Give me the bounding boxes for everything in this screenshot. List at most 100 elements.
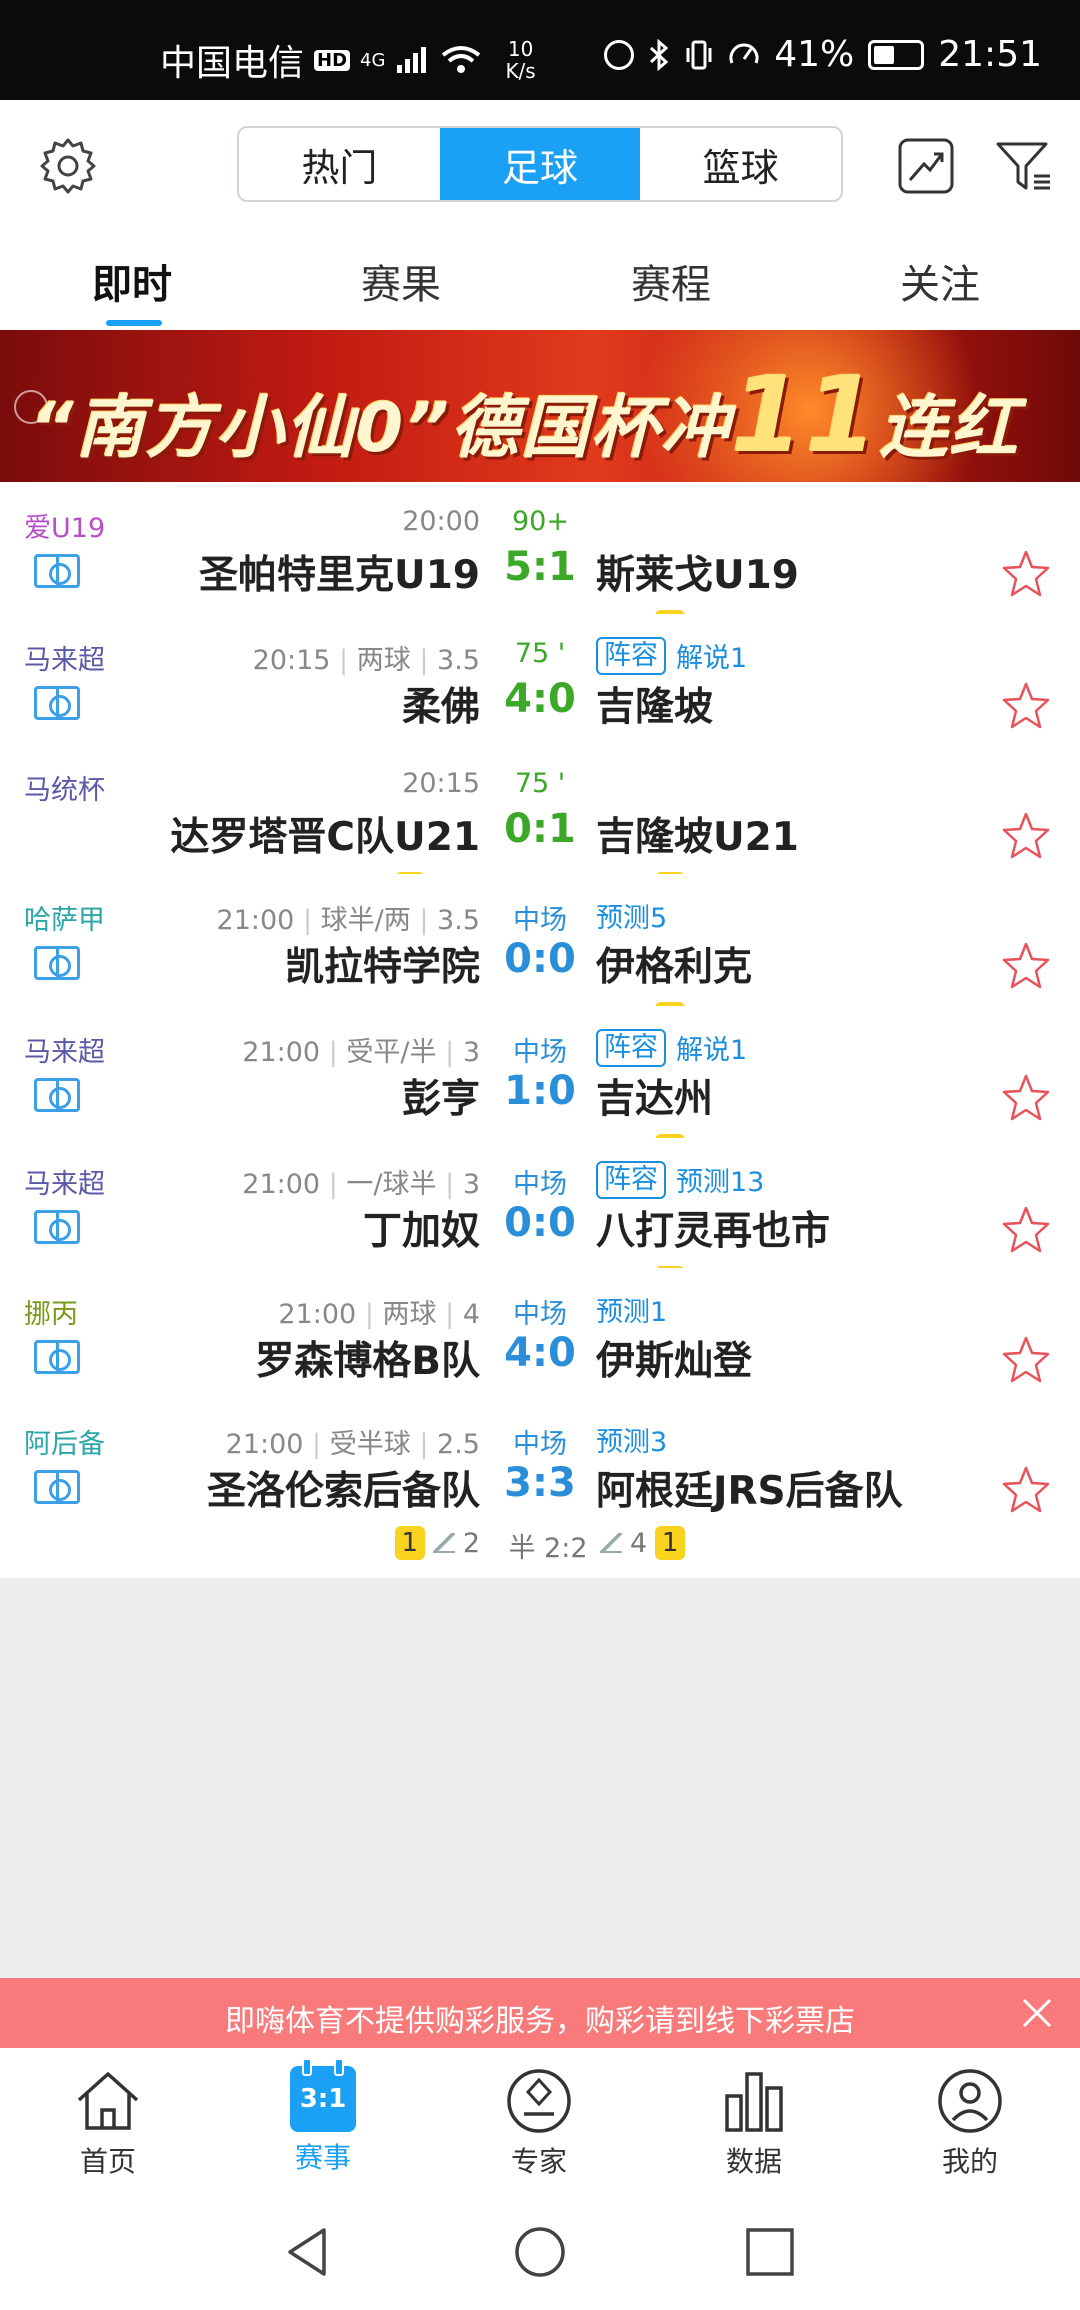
away-team: 吉隆坡U21 — [596, 815, 799, 860]
nav-experts[interactable]: 专家 — [469, 2066, 609, 2180]
match-time: 20:15 — [252, 645, 331, 676]
wifi-icon — [442, 46, 481, 73]
match-extra-link[interactable]: 预测13 — [676, 1160, 764, 1199]
star-icon[interactable] — [1000, 548, 1052, 600]
match-extra-link[interactable]: 预测1 — [596, 1290, 667, 1329]
lineup-button[interactable]: 阵容 — [596, 1160, 666, 1199]
match-meta: 20:00 — [402, 506, 480, 537]
match-extra-link[interactable]: 预测5 — [596, 896, 667, 935]
pitch-icon[interactable] — [34, 686, 80, 720]
home-icon — [77, 2072, 139, 2130]
settings-gear-icon[interactable] — [38, 136, 98, 196]
match-meta: 21:00 | 球半/两 | 3.5 — [216, 905, 480, 936]
promo-banner[interactable]: “南方小仙0”德国杯冲11连红 — [0, 330, 1080, 482]
pitch-icon[interactable] — [34, 1340, 80, 1374]
nav-home[interactable]: 首页 — [38, 2066, 178, 2180]
expert-icon — [507, 2069, 571, 2133]
lineup-button[interactable]: 阵容 — [596, 1028, 666, 1067]
league-name[interactable]: 爱U19 — [24, 506, 105, 545]
sub-tabs: 即时 赛果 赛程 关注 — [0, 230, 1080, 330]
away-corners: 4 — [630, 1527, 648, 1559]
match-handicap: 两球 — [356, 645, 411, 676]
match-extra-link[interactable]: 解说1 — [676, 636, 747, 675]
pitch-icon[interactable] — [34, 554, 80, 588]
pitch-icon[interactable] — [34, 1470, 80, 1504]
away-stats: 41 — [600, 1526, 686, 1560]
nav-matches[interactable]: 3:1 赛事 — [253, 2058, 393, 2176]
star-icon[interactable] — [1000, 680, 1052, 732]
lineup-button[interactable]: 阵容 — [596, 636, 666, 675]
signal-icon — [397, 47, 427, 73]
match-status: 中场 — [513, 1299, 567, 1330]
match-status: 75 ' — [514, 768, 566, 799]
away-team: 斯莱戈U19 — [596, 553, 799, 598]
nav-matches-label: 赛事 — [294, 2141, 351, 2174]
calendar-icon-text: 3:1 — [299, 2084, 347, 2114]
match-stats-row: 12半 2:2 4 1 — [0, 1526, 1080, 1566]
tab-results[interactable]: 赛果 — [361, 252, 441, 310]
league-name[interactable]: 哈萨甲 — [24, 898, 105, 937]
match-extra-link[interactable]: 解说1 — [676, 1028, 747, 1067]
tab-live[interactable]: 即时 — [92, 252, 172, 310]
league-name[interactable]: 阿后备 — [24, 1422, 105, 1461]
back-icon[interactable] — [280, 2224, 336, 2280]
trend-chart-icon[interactable] — [896, 136, 956, 196]
home-team: 丁加奴 — [362, 1209, 480, 1254]
pitch-icon[interactable] — [34, 946, 80, 980]
home-team: 达罗塔晋C队U21 — [170, 815, 480, 860]
nav-profile[interactable]: 我的 — [900, 2066, 1040, 2180]
star-icon[interactable] — [1000, 810, 1052, 862]
speed-unit: K/s — [505, 59, 536, 83]
clock: 21:51 — [938, 34, 1042, 75]
away-yellow-card: 1 — [655, 1526, 686, 1560]
league-name[interactable]: 马来超 — [24, 1030, 105, 1069]
match-time: 21:00 — [242, 1169, 321, 1200]
pitch-icon[interactable] — [34, 1078, 80, 1112]
league-name[interactable]: 挪丙 — [24, 1292, 78, 1331]
match-score: 4:0 — [504, 1330, 576, 1376]
nav-data[interactable]: 数据 — [684, 2066, 824, 2180]
away-team: 吉隆坡 — [596, 685, 714, 730]
banner-text-number: 11 — [730, 354, 880, 476]
sport-segment-control: 热门 足球 篮球 — [237, 126, 843, 202]
filter-icon[interactable] — [994, 136, 1054, 196]
match-time: 21:00 — [242, 1037, 321, 1068]
active-tab-indicator — [106, 320, 162, 326]
match-extra-link[interactable]: 预测3 — [596, 1420, 667, 1459]
star-icon[interactable] — [1000, 1464, 1052, 1516]
close-icon[interactable] — [1020, 1996, 1054, 2030]
battery-icon — [868, 39, 925, 70]
match-list[interactable]: 爱U1920:0090+圣帕特里克U195:1斯莱戈U1910半 1:133马来… — [0, 482, 1080, 1978]
match-extras: 预测1 — [596, 1290, 667, 1329]
star-icon[interactable] — [1000, 1334, 1052, 1386]
star-icon[interactable] — [1000, 940, 1052, 992]
vibrate-icon — [686, 40, 712, 69]
star-icon[interactable] — [1000, 1204, 1052, 1256]
tab-following[interactable]: 关注 — [900, 252, 980, 310]
match-status: 75 ' — [514, 638, 566, 669]
segment-football[interactable]: 足球 — [439, 128, 641, 200]
match-extras: 阵容 解说1 — [596, 1028, 747, 1067]
league-name[interactable]: 马来超 — [24, 1162, 105, 1201]
home-team: 凯拉特学院 — [284, 945, 480, 990]
home-circle-icon[interactable] — [512, 2224, 568, 2280]
banner-text-suffix: 连红 — [879, 389, 1020, 468]
match-handicap: 一/球半 — [346, 1169, 437, 1200]
segment-hot[interactable]: 热门 — [239, 128, 440, 200]
league-name[interactable]: 马统杯 — [24, 768, 105, 807]
star-icon[interactable] — [1000, 1072, 1052, 1124]
match-meta: 21:00 | 一/球半 | 3 — [242, 1169, 480, 1200]
bluetooth-icon — [650, 38, 669, 71]
match-goal-line: 2.5 — [437, 1429, 480, 1460]
league-name[interactable]: 马来超 — [24, 638, 105, 677]
recents-square-icon[interactable] — [742, 2224, 798, 2280]
match-row[interactable]: 阿后备 21:00 | 受半球 | 2.5 中场 预测3 圣洛伦索后备队 3:3 阿根廷JR… — [0, 1398, 1080, 1578]
pitch-icon[interactable] — [34, 1210, 80, 1244]
top-nav: 热门 足球 篮球 — [0, 100, 1080, 230]
net-speed: 10 K/s — [505, 38, 535, 82]
segment-basketball[interactable]: 篮球 — [640, 128, 841, 200]
tab-schedule[interactable]: 赛程 — [631, 252, 711, 310]
home-stats: 12 — [394, 1526, 480, 1560]
match-time: 21:00 — [278, 1299, 357, 1330]
match-handicap: 球半/两 — [320, 905, 411, 936]
